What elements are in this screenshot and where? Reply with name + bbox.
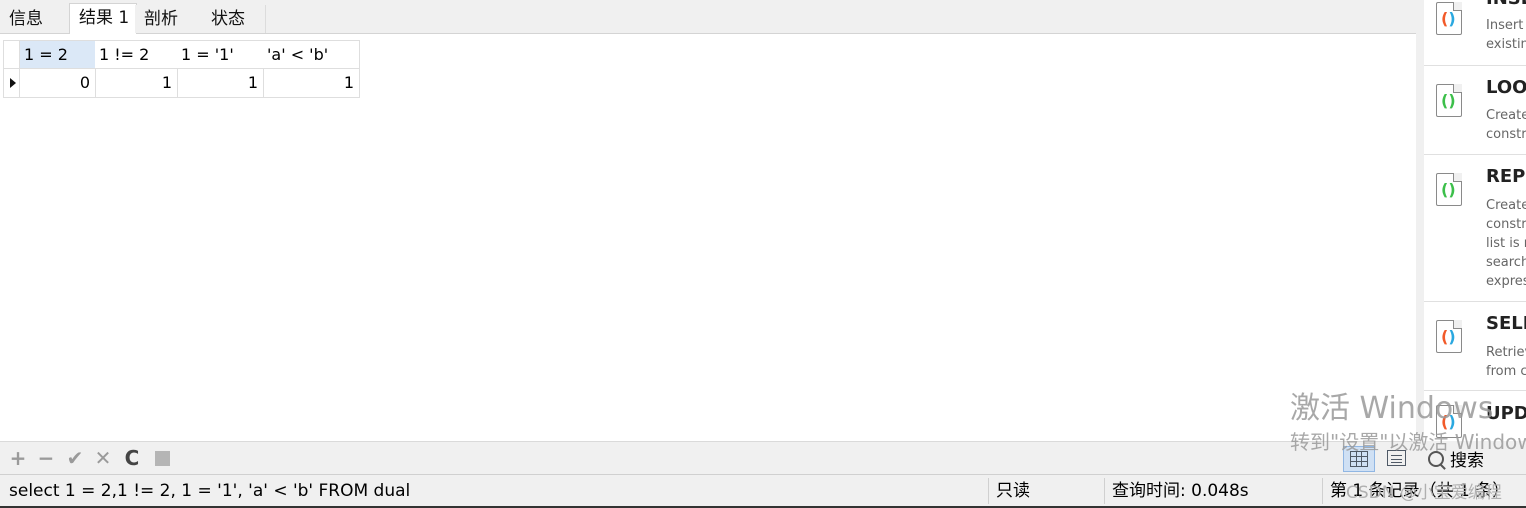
column-header-1[interactable]: 1 = 2 <box>20 40 96 69</box>
snippet-insert[interactable]: () INSE Insert existin <box>1424 0 1526 66</box>
row-header[interactable] <box>3 69 20 98</box>
main-panel: 信息 结果 1 剖析 状态 1 = 2 1 != 2 1 = '1' 'a' <… <box>0 0 1416 474</box>
snippet-loop[interactable]: () LOO Create constr <box>1424 66 1526 155</box>
snippet-title: LOO <box>1486 77 1526 98</box>
snippet-repeat[interactable]: () REPI Create constr list is r search e… <box>1424 155 1526 302</box>
status-bar: select 1 = 2,1 != 2, 1 = '1', 'a' < 'b' … <box>0 474 1526 508</box>
snippet-desc: Create constr <box>1486 108 1526 142</box>
discard-changes-button[interactable]: ✕ <box>93 448 113 468</box>
grid-toolbar: + − ✔ ✕ C <box>0 441 1416 475</box>
search-icon <box>1428 451 1444 467</box>
snippet-desc: Retriev from c <box>1486 345 1526 379</box>
search-label: 搜索 <box>1450 451 1484 471</box>
grid-icon <box>1350 451 1368 467</box>
snippet-file-icon: () <box>1436 405 1462 438</box>
table-cell[interactable]: 1 <box>95 69 178 98</box>
snippet-file-icon: () <box>1436 2 1462 35</box>
table-cell[interactable]: 1 <box>263 69 360 98</box>
tab-result-1[interactable]: 结果 1 <box>69 3 137 34</box>
snippet-title: INSE <box>1486 0 1526 9</box>
status-mode: 只读 <box>996 481 1030 501</box>
result-tabs: 信息 结果 1 剖析 状态 <box>0 0 1416 34</box>
apply-changes-button[interactable]: ✔ <box>65 448 85 468</box>
add-record-button[interactable]: + <box>8 448 28 468</box>
row-header-corner <box>3 40 20 69</box>
table-cell[interactable]: 1 <box>177 69 264 98</box>
grid-view-button[interactable] <box>1343 446 1375 472</box>
tab-status[interactable]: 状态 <box>202 5 266 33</box>
snippet-title: REPI <box>1486 166 1526 187</box>
form-icon <box>1387 450 1406 466</box>
snippet-title: SELE <box>1486 313 1526 334</box>
snippet-desc: Create constr list is r search expres <box>1486 198 1526 289</box>
delete-record-button[interactable]: − <box>36 448 56 468</box>
snippet-file-icon: () <box>1436 320 1462 353</box>
snippet-select[interactable]: () SELE Retriev from c <box>1424 302 1526 391</box>
snippet-panel: () INSE Insert existin () LOO Create con… <box>1420 0 1526 441</box>
column-header-4[interactable]: 'a' < 'b' <box>263 40 360 69</box>
snippet-desc: Insert existin <box>1486 18 1526 52</box>
status-record: 第 1 条记录（共 1 条） <box>1330 481 1510 501</box>
column-header-2[interactable]: 1 != 2 <box>95 40 178 69</box>
stop-button[interactable] <box>155 451 170 466</box>
table-cell[interactable]: 0 <box>20 69 96 98</box>
tab-info[interactable]: 信息 <box>0 5 70 33</box>
snippet-file-icon: () <box>1436 173 1462 206</box>
status-query-time: 查询时间: 0.048s <box>1112 481 1249 501</box>
current-row-arrow-icon <box>10 78 16 88</box>
form-view-button[interactable] <box>1383 446 1411 472</box>
column-header-3[interactable]: 1 = '1' <box>177 40 264 69</box>
snippet-update[interactable]: () UPD <box>1424 391 1526 441</box>
tab-profile[interactable]: 剖析 <box>135 5 203 33</box>
refresh-button[interactable]: C <box>122 448 142 468</box>
search-button[interactable]: 搜索 <box>1424 449 1484 473</box>
snippet-file-icon: () <box>1436 84 1462 117</box>
status-sql: select 1 = 2,1 != 2, 1 = '1', 'a' < 'b' … <box>9 481 411 501</box>
snippet-title: UPD <box>1486 403 1526 424</box>
